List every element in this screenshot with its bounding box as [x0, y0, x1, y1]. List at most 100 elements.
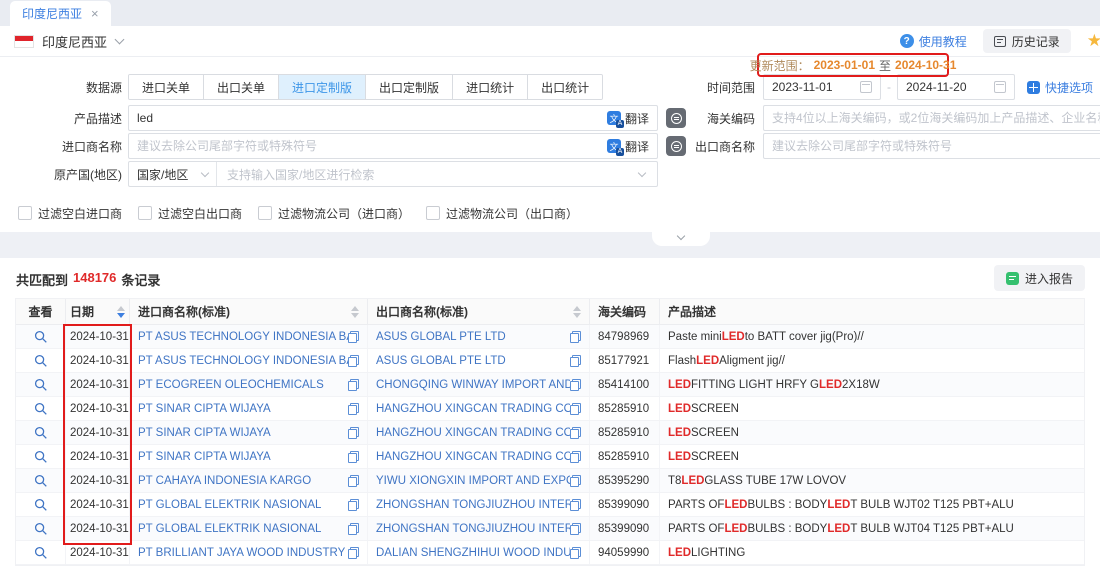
search-icon[interactable]: [34, 450, 48, 464]
copy-icon[interactable]: [348, 331, 359, 343]
product-desc-cell: LED SCREEN: [660, 445, 1084, 468]
filter-checkbox-1[interactable]: 过滤空白进口商: [18, 205, 122, 222]
copy-icon[interactable]: [570, 499, 581, 511]
history-button[interactable]: 历史记录: [983, 29, 1071, 53]
tutorial-link[interactable]: ? 使用教程: [900, 33, 967, 50]
copy-icon[interactable]: [570, 547, 581, 559]
date-start-input[interactable]: 2023-11-01: [763, 74, 881, 100]
source-tab-2[interactable]: 出口关单: [204, 75, 279, 99]
hs-code-value: 85395290: [598, 475, 649, 487]
source-tab-1[interactable]: 进口关单: [129, 75, 204, 99]
copy-icon[interactable]: [570, 427, 581, 439]
exporter-cell: HANGZHOU XINGCAN TRADING CO LTD: [368, 445, 590, 468]
search-icon[interactable]: [34, 354, 48, 368]
exporter-link[interactable]: HANGZHOU XINGCAN TRADING CO LTD: [376, 427, 570, 439]
date-cell: 2024-10-31: [66, 349, 130, 372]
sort-caret-icon[interactable]: [111, 306, 125, 318]
copy-icon[interactable]: [348, 475, 359, 487]
hs-code-value: 85285910: [598, 427, 649, 439]
copy-icon[interactable]: [348, 451, 359, 463]
search-icon[interactable]: [34, 522, 48, 536]
source-tab-5[interactable]: 进口统计: [453, 75, 528, 99]
search-icon[interactable]: [34, 426, 48, 440]
tab-indonesia[interactable]: 印度尼西亚 ×: [10, 1, 111, 26]
checkbox-icon[interactable]: [138, 206, 152, 220]
copy-icon[interactable]: [570, 475, 581, 487]
close-icon[interactable]: ×: [91, 7, 99, 20]
importer-link[interactable]: PT BRILLIANT JAYA WOOD INDUSTRY: [138, 547, 345, 559]
copy-icon[interactable]: [348, 547, 359, 559]
importer-label: 进口商名称: [0, 138, 122, 155]
copy-icon[interactable]: [348, 355, 359, 367]
source-tab-4[interactable]: 出口定制版: [366, 75, 453, 99]
copy-icon[interactable]: [348, 523, 359, 535]
product-desc-input[interactable]: [137, 111, 607, 125]
origin-country-select[interactable]: 国家/地区: [129, 162, 217, 186]
copy-icon[interactable]: [570, 331, 581, 343]
exporter-link[interactable]: ZHONGSHAN TONGJIUZHOU INTERNA...: [376, 499, 570, 511]
chevron-down-icon[interactable]: [638, 169, 646, 177]
exporter-input[interactable]: [772, 139, 1100, 153]
exporter-link[interactable]: ZHONGSHAN TONGJIUZHOU INTERNA...: [376, 523, 570, 535]
importer-link[interactable]: PT GLOBAL ELEKTRIK NASIONAL: [138, 523, 321, 535]
copy-icon[interactable]: [348, 427, 359, 439]
quick-options-link[interactable]: 快捷选项: [1027, 79, 1093, 96]
hs-code-cell: 85395290: [590, 469, 660, 492]
copy-icon[interactable]: [348, 403, 359, 415]
exporter-link[interactable]: YIWU XIONGXIN IMPORT AND EXPORT...: [376, 475, 570, 487]
copy-icon[interactable]: [348, 499, 359, 511]
exporter-link[interactable]: CHONGQING WINWAY IMPORT AND E...: [376, 379, 570, 391]
importer-link[interactable]: PT CAHAYA INDONESIA KARGO: [138, 475, 311, 487]
importer-link[interactable]: PT SINAR CIPTA WIJAYA: [138, 427, 271, 439]
country-selector-label[interactable]: 印度尼西亚: [42, 32, 107, 51]
exporter-link[interactable]: DALIAN SHENGZHIHUI WOOD INDUST...: [376, 547, 570, 559]
importer-input[interactable]: [137, 139, 607, 153]
search-icon[interactable]: [34, 546, 48, 560]
importer-link[interactable]: PT SINAR CIPTA WIJAYA: [138, 451, 271, 463]
exporter-link[interactable]: ASUS GLOBAL PTE LTD: [376, 355, 506, 367]
copy-icon[interactable]: [570, 451, 581, 463]
importer-link[interactable]: PT SINAR CIPTA WIJAYA: [138, 403, 271, 415]
source-tab-3[interactable]: 进口定制版: [279, 75, 366, 99]
search-panel: 数据源 进口关单出口关单进口定制版出口定制版进口统计出口统计 产品描述 文 翻译…: [0, 57, 1100, 232]
importer-link[interactable]: PT ASUS TECHNOLOGY INDONESIA BA...: [138, 355, 348, 367]
copy-icon[interactable]: [570, 379, 581, 391]
star-icon[interactable]: ★: [1087, 31, 1100, 51]
hs-code-input[interactable]: [772, 111, 1100, 125]
column-header-2[interactable]: 日期: [66, 299, 130, 324]
copy-icon[interactable]: [570, 403, 581, 415]
exporter-link[interactable]: ASUS GLOBAL PTE LTD: [376, 331, 506, 343]
search-icon[interactable]: [34, 402, 48, 416]
checkbox-icon[interactable]: [426, 206, 440, 220]
filter-checkbox-4[interactable]: 过滤物流公司（出口商）: [426, 205, 578, 222]
checkbox-icon[interactable]: [18, 206, 32, 220]
hs-code-cell: 84798969: [590, 325, 660, 348]
exporter-link[interactable]: HANGZHOU XINGCAN TRADING CO LTD: [376, 403, 570, 415]
checkbox-icon[interactable]: [258, 206, 272, 220]
importer-link[interactable]: PT ASUS TECHNOLOGY INDONESIA BA...: [138, 331, 348, 343]
enter-report-button[interactable]: 进入报告: [994, 265, 1085, 291]
copy-icon[interactable]: [570, 355, 581, 367]
exporter-link[interactable]: HANGZHOU XINGCAN TRADING CO LTD: [376, 451, 570, 463]
sort-caret-icon[interactable]: [567, 306, 581, 318]
column-header-4[interactable]: 出口商名称(标准): [368, 299, 590, 324]
copy-icon[interactable]: [348, 379, 359, 391]
source-tab-6[interactable]: 出口统计: [528, 75, 602, 99]
filter-checkbox-2[interactable]: 过滤空白出口商: [138, 205, 242, 222]
column-header-3[interactable]: 进口商名称(标准): [130, 299, 368, 324]
match-count: 148176: [73, 270, 116, 289]
collapse-panel-button[interactable]: [652, 232, 710, 246]
importer-link[interactable]: PT ECOGREEN OLEOCHEMICALS: [138, 379, 324, 391]
search-icon[interactable]: [34, 498, 48, 512]
search-icon[interactable]: [34, 330, 48, 344]
search-icon[interactable]: [34, 474, 48, 488]
view-cell: [16, 517, 66, 540]
search-icon[interactable]: [34, 378, 48, 392]
filter-checkbox-3[interactable]: 过滤物流公司（进口商）: [258, 205, 410, 222]
origin-search-placeholder[interactable]: 支持输入国家/地区进行检索: [227, 166, 374, 183]
importer-link[interactable]: PT GLOBAL ELEKTRIK NASIONAL: [138, 499, 321, 511]
date-end-input[interactable]: 2024-11-20: [897, 74, 1015, 100]
sort-caret-icon[interactable]: [345, 306, 359, 318]
chevron-down-icon[interactable]: [115, 34, 125, 44]
copy-icon[interactable]: [570, 523, 581, 535]
